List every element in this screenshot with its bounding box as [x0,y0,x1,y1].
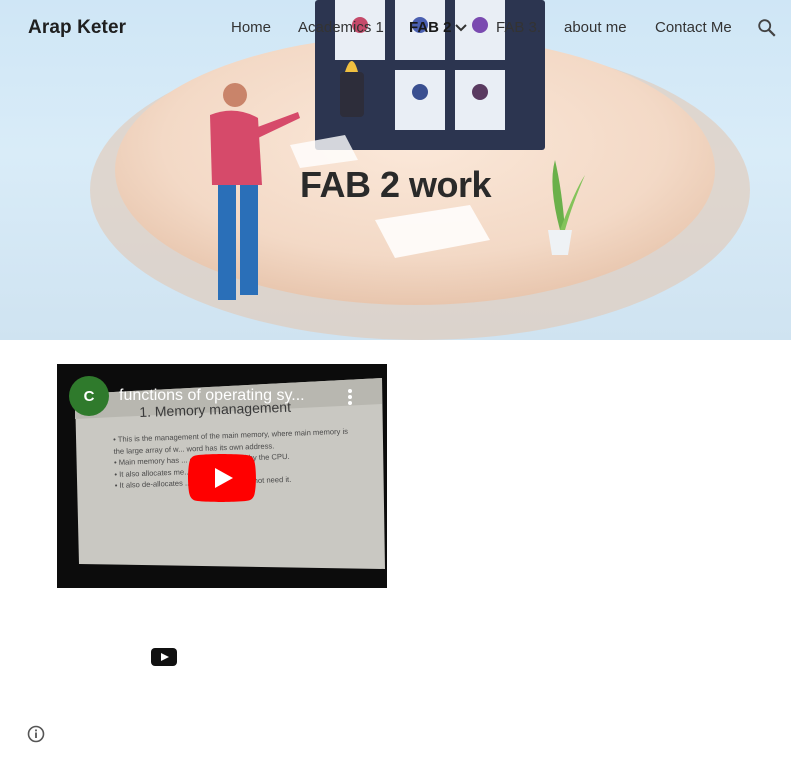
youtube-video-embed[interactable]: 1. Memory management • This is the manag… [57,364,387,588]
nav-item-about-me[interactable]: about me [564,19,627,36]
chevron-down-icon[interactable] [454,21,468,35]
more-vert-icon[interactable] [343,388,357,406]
nav-item-fab-3[interactable]: FAB 3. [496,19,541,36]
page-title: FAB 2 work [299,164,492,205]
nav-item-home[interactable]: Home [231,19,271,36]
search-icon[interactable] [756,17,778,39]
hero-banner: Arap Keter Home Academics 1 FAB 2 FAB 3.… [0,0,791,340]
nav-item-contact-me[interactable]: Contact Me [655,19,732,36]
top-navigation: Home Academics 1 FAB 2 FAB 3. about me C… [0,19,791,39]
play-icon[interactable] [188,454,256,502]
channel-avatar[interactable]: C [69,376,109,416]
youtube-logo-icon[interactable] [151,648,177,666]
nav-item-fab-2[interactable]: FAB 2 [409,19,452,36]
info-icon[interactable] [27,725,45,743]
nav-item-academics-1[interactable]: Academics 1 [298,19,384,36]
video-title[interactable]: functions of operating sy... [119,387,329,405]
